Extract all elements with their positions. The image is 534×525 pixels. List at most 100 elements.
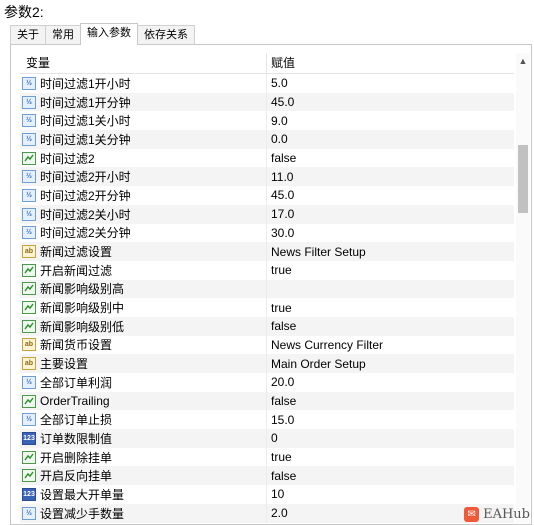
parameter-row[interactable]: ½ 全部订单利润 20.0 xyxy=(20,373,514,392)
parameter-value[interactable]: 0.0 xyxy=(267,132,288,146)
parameter-value[interactable]: 9.0 xyxy=(267,114,288,128)
parameter-row[interactable]: ½ 时间过滤2开小时 11.0 xyxy=(20,167,514,187)
num-type-icon: ½ xyxy=(22,506,36,520)
parameter-name-cell: 新闻影响级别低 xyxy=(20,316,267,336)
parameter-name: 新闻过滤设置 xyxy=(40,245,113,260)
parameter-row[interactable]: 新闻影响级别中 true xyxy=(20,298,514,317)
tab-dependencies[interactable]: 依存关系 xyxy=(137,25,195,44)
parameter-value[interactable]: true xyxy=(267,301,292,315)
parameter-name-cell: ½ 时间过滤1开分钟 xyxy=(20,92,267,112)
parameter-row[interactable]: ½ 时间过滤2开分钟 45.0 xyxy=(20,186,514,205)
parameter-value[interactable]: 0 xyxy=(267,431,278,445)
parameter-value[interactable]: false xyxy=(267,394,296,408)
num-type-icon: ½ xyxy=(22,188,36,202)
parameter-name: 时间过滤2关分钟 xyxy=(40,226,131,241)
column-header-variable[interactable]: 变量 xyxy=(20,53,267,73)
parameter-name-cell: ab 主要设置 xyxy=(20,354,267,373)
parameter-row[interactable]: ab 新闻货币设置 News Currency Filter xyxy=(20,335,514,355)
parameter-name: 时间过滤1关小时 xyxy=(40,114,131,129)
parameter-value[interactable]: 17.0 xyxy=(267,207,294,221)
parameter-name-cell: ½ 时间过滤2关分钟 xyxy=(20,223,267,243)
parameter-name-cell: 新闻影响级别高 xyxy=(20,279,267,299)
parameter-rows: ½ 时间过滤1开小时 5.0 ½ 时间过滤1开分钟 45.0 ½ 时间过滤1关小时 9.0 ½ 时间… xyxy=(20,74,514,523)
parameter-row[interactable]: 123 设置最大开单量 10 xyxy=(20,485,514,504)
parameter-name-cell: 开启删除挂单 xyxy=(20,447,267,467)
parameter-row[interactable]: ½ 时间过滤1关分钟 0.0 xyxy=(20,130,514,149)
parameter-name-cell: 新闻影响级别中 xyxy=(20,298,267,317)
parameter-value[interactable]: News Currency Filter xyxy=(267,338,383,352)
parameter-value[interactable]: false xyxy=(267,469,296,483)
parameter-name: 开启反向挂单 xyxy=(40,469,113,484)
parameter-name-cell: OrderTrailing xyxy=(20,391,267,411)
parameter-row[interactable]: ab 主要设置 Main Order Setup xyxy=(20,354,514,373)
parameter-value[interactable]: 30.0 xyxy=(267,226,294,240)
parameter-name: 时间过滤2关小时 xyxy=(40,207,131,222)
parameter-name-cell: ½ 时间过滤1关分钟 xyxy=(20,130,267,149)
parameter-name-cell: ab 新闻货币设置 xyxy=(20,335,267,355)
parameter-row[interactable]: ½ 设置减少手数量 2.0 xyxy=(20,503,514,523)
parameter-name-cell: ½ 时间过滤2关小时 xyxy=(20,204,267,224)
parameter-name: 新闻影响级别高 xyxy=(40,282,125,297)
parameter-name: 时间过滤2 xyxy=(40,151,95,166)
num-type-icon: ½ xyxy=(22,413,36,427)
bool-type-icon xyxy=(22,469,36,483)
vertical-scrollbar[interactable]: ▲ xyxy=(516,53,530,523)
parameter-row[interactable]: ½ 时间过滤2关分钟 30.0 xyxy=(20,223,514,243)
parameter-row[interactable]: 新闻影响级别低 false xyxy=(20,316,514,336)
tab-common[interactable]: 常用 xyxy=(45,25,81,44)
parameter-name: 时间过滤1开小时 xyxy=(40,76,131,91)
parameter-row[interactable]: OrderTrailing false xyxy=(20,391,514,411)
parameter-value[interactable]: 10 xyxy=(267,487,284,501)
parameter-row[interactable]: 开启删除挂单 true xyxy=(20,447,514,467)
eahub-logo-icon: ✉ xyxy=(464,507,480,522)
parameter-row[interactable]: ½ 时间过滤2关小时 17.0 xyxy=(20,204,514,224)
parameter-name: 开启新闻过滤 xyxy=(40,263,113,278)
parameter-row[interactable]: 123 订单数限制值 0 xyxy=(20,429,514,448)
parameter-value[interactable]: false xyxy=(267,319,296,333)
inputs-panel: 变量 赋值 ½ 时间过滤1开小时 5.0 ½ 时间过滤1开分钟 45.0 ½ 时间过滤1关小时… xyxy=(10,44,532,525)
parameter-value[interactable]: 45.0 xyxy=(267,188,294,202)
tab-about[interactable]: 关于 xyxy=(10,25,46,44)
scroll-up-icon[interactable]: ▲ xyxy=(516,53,530,69)
parameter-row[interactable]: 新闻影响级别高 xyxy=(20,279,514,299)
num-type-icon: ½ xyxy=(22,207,36,221)
parameter-row[interactable]: ½ 时间过滤1开分钟 45.0 xyxy=(20,92,514,112)
bool-type-icon xyxy=(22,151,36,165)
parameter-row[interactable]: ab 新闻过滤设置 News Filter Setup xyxy=(20,242,514,261)
parameter-name: 全部订单利润 xyxy=(40,375,113,390)
parameter-name-cell: ½ 全部订单利润 xyxy=(20,373,267,392)
parameter-name-cell: ½ 时间过滤2开分钟 xyxy=(20,186,267,205)
parameter-row[interactable]: ½ 时间过滤1关小时 9.0 xyxy=(20,111,514,131)
parameter-value[interactable]: 11.0 xyxy=(267,170,293,184)
parameter-name: 开启删除挂单 xyxy=(40,450,113,465)
num-type-icon: ½ xyxy=(22,375,36,389)
parameter-value[interactable]: 2.0 xyxy=(267,506,288,520)
column-header-value[interactable]: 赋值 xyxy=(267,53,295,73)
grid-header: 变量 赋值 xyxy=(20,53,514,74)
parameter-value[interactable]: 20.0 xyxy=(267,375,294,389)
str-type-icon: ab xyxy=(22,357,36,371)
parameter-row[interactable]: ½ 全部订单止损 15.0 xyxy=(20,410,514,430)
parameter-value[interactable]: 45.0 xyxy=(267,95,294,109)
parameter-name: 全部订单止损 xyxy=(40,413,113,428)
parameter-value[interactable]: 5.0 xyxy=(267,76,288,90)
parameter-value[interactable]: true xyxy=(267,263,292,277)
parameter-value[interactable]: false xyxy=(267,151,296,165)
parameter-row[interactable]: 开启反向挂单 false xyxy=(20,466,514,486)
parameter-row[interactable]: 时间过滤2 false xyxy=(20,148,514,168)
tab-inputs[interactable]: 输入参数 xyxy=(80,23,138,45)
parameter-name: 新闻货币设置 xyxy=(40,338,113,353)
parameter-value[interactable]: News Filter Setup xyxy=(267,245,366,259)
bool-type-icon xyxy=(22,450,36,464)
bool-type-icon xyxy=(22,394,36,408)
parameter-value[interactable]: true xyxy=(267,450,292,464)
scrollbar-thumb[interactable] xyxy=(518,145,528,213)
parameter-value[interactable]: 15.0 xyxy=(267,413,294,427)
watermark: ✉ EAHub xyxy=(464,507,530,522)
parameter-name: 时间过滤2开小时 xyxy=(40,170,131,185)
parameter-row[interactable]: ½ 时间过滤1开小时 5.0 xyxy=(20,74,514,93)
parameter-value[interactable]: Main Order Setup xyxy=(267,357,366,371)
tab-bar: 关于 常用 输入参数 依存关系 xyxy=(10,23,195,45)
watermark-text: EAHub xyxy=(483,507,530,522)
parameter-row[interactable]: 开启新闻过滤 true xyxy=(20,260,514,280)
